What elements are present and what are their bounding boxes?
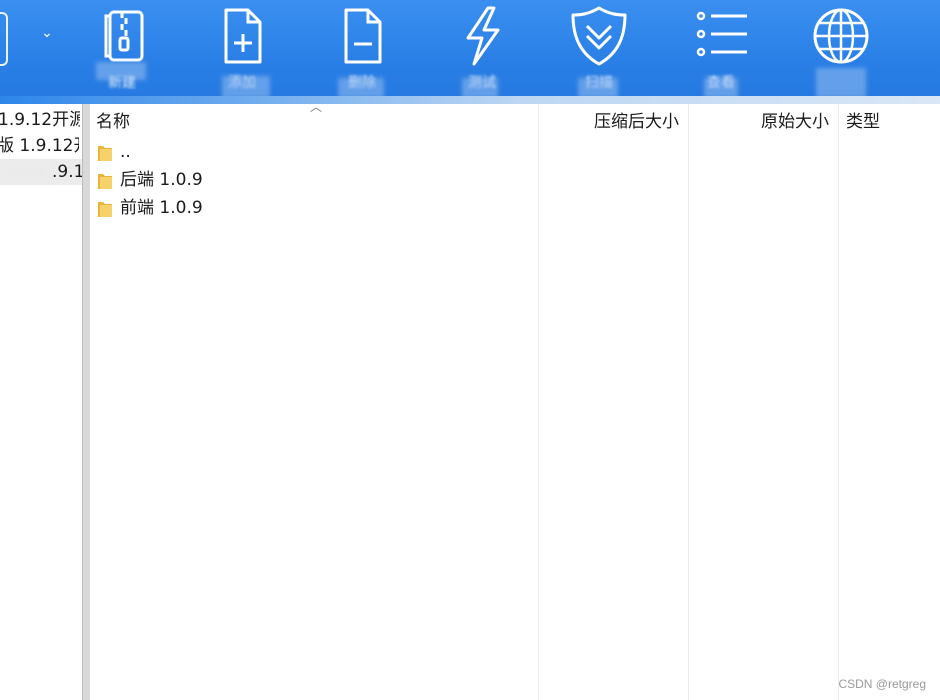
blur-patch [338, 78, 384, 98]
list-item-name: .. [120, 142, 131, 162]
toolbar: ⌄ 新建 添加 删除 测试 [0, 0, 940, 104]
new-button[interactable]: 新建 [77, 0, 167, 100]
column-divider[interactable] [838, 104, 839, 700]
list-item-folder[interactable]: 后端 1.0.9 [90, 166, 538, 194]
menu-edge-icon[interactable] [0, 12, 8, 66]
column-header-name[interactable]: 名称 [96, 110, 130, 134]
folder-icon [98, 174, 112, 189]
list-item-name: 后端 1.0.9 [120, 170, 203, 190]
blur-patch [462, 78, 498, 98]
blur-patch [816, 68, 866, 98]
blur-patch [704, 78, 738, 98]
remove-file-icon [344, 8, 382, 64]
lightning-icon [466, 6, 500, 66]
column-header-original-size[interactable]: 原始大小 [761, 110, 829, 134]
blur-patch [96, 62, 146, 80]
tree-item-selected[interactable]: .9.1 [0, 159, 82, 185]
tree-item[interactable]: 版 1.9.12开 [0, 133, 79, 159]
list-item-parent[interactable]: .. [90, 138, 538, 166]
column-header-type[interactable]: 类型 [846, 110, 880, 134]
column-divider[interactable] [688, 104, 689, 700]
list-item-name: 前端 1.0.9 [120, 198, 203, 218]
watermark: CSDN @retgreg [838, 677, 926, 691]
tree-item-label: .9.1 [52, 162, 82, 182]
folder-icon [98, 202, 112, 217]
folder-icon [98, 146, 112, 161]
archive-zip-icon [104, 10, 144, 62]
file-list: ︿ 名称 压缩后大小 原始大小 类型 .. 后端 1.0.9 前端 1.0.9 [90, 100, 940, 700]
column-header-compressed-size[interactable]: 压缩后大小 [594, 110, 679, 134]
blur-patch [0, 161, 52, 183]
blur-patch [578, 78, 618, 98]
sort-ascending-icon: ︿ [309, 100, 322, 114]
list-icon [696, 11, 747, 57]
tree-item[interactable]: 1.9.12开源版 [0, 107, 80, 133]
globe-icon [813, 8, 869, 64]
add-file-icon [224, 8, 262, 64]
list-item-folder[interactable]: 前端 1.0.9 [90, 194, 538, 222]
toolbar-bottom-strip [0, 96, 940, 104]
tree-item-label: 1.9.12开源版 [0, 110, 80, 130]
chevron-down-icon[interactable]: ⌄ [38, 24, 56, 42]
shield-check-icon [571, 6, 627, 66]
folder-tree[interactable]: 1.9.12开源版 版 1.9.12开 .9.1 [0, 104, 82, 700]
blur-patch [222, 76, 270, 98]
tree-item-label: 版 1.9.12开 [0, 136, 79, 156]
column-divider[interactable] [538, 104, 539, 700]
